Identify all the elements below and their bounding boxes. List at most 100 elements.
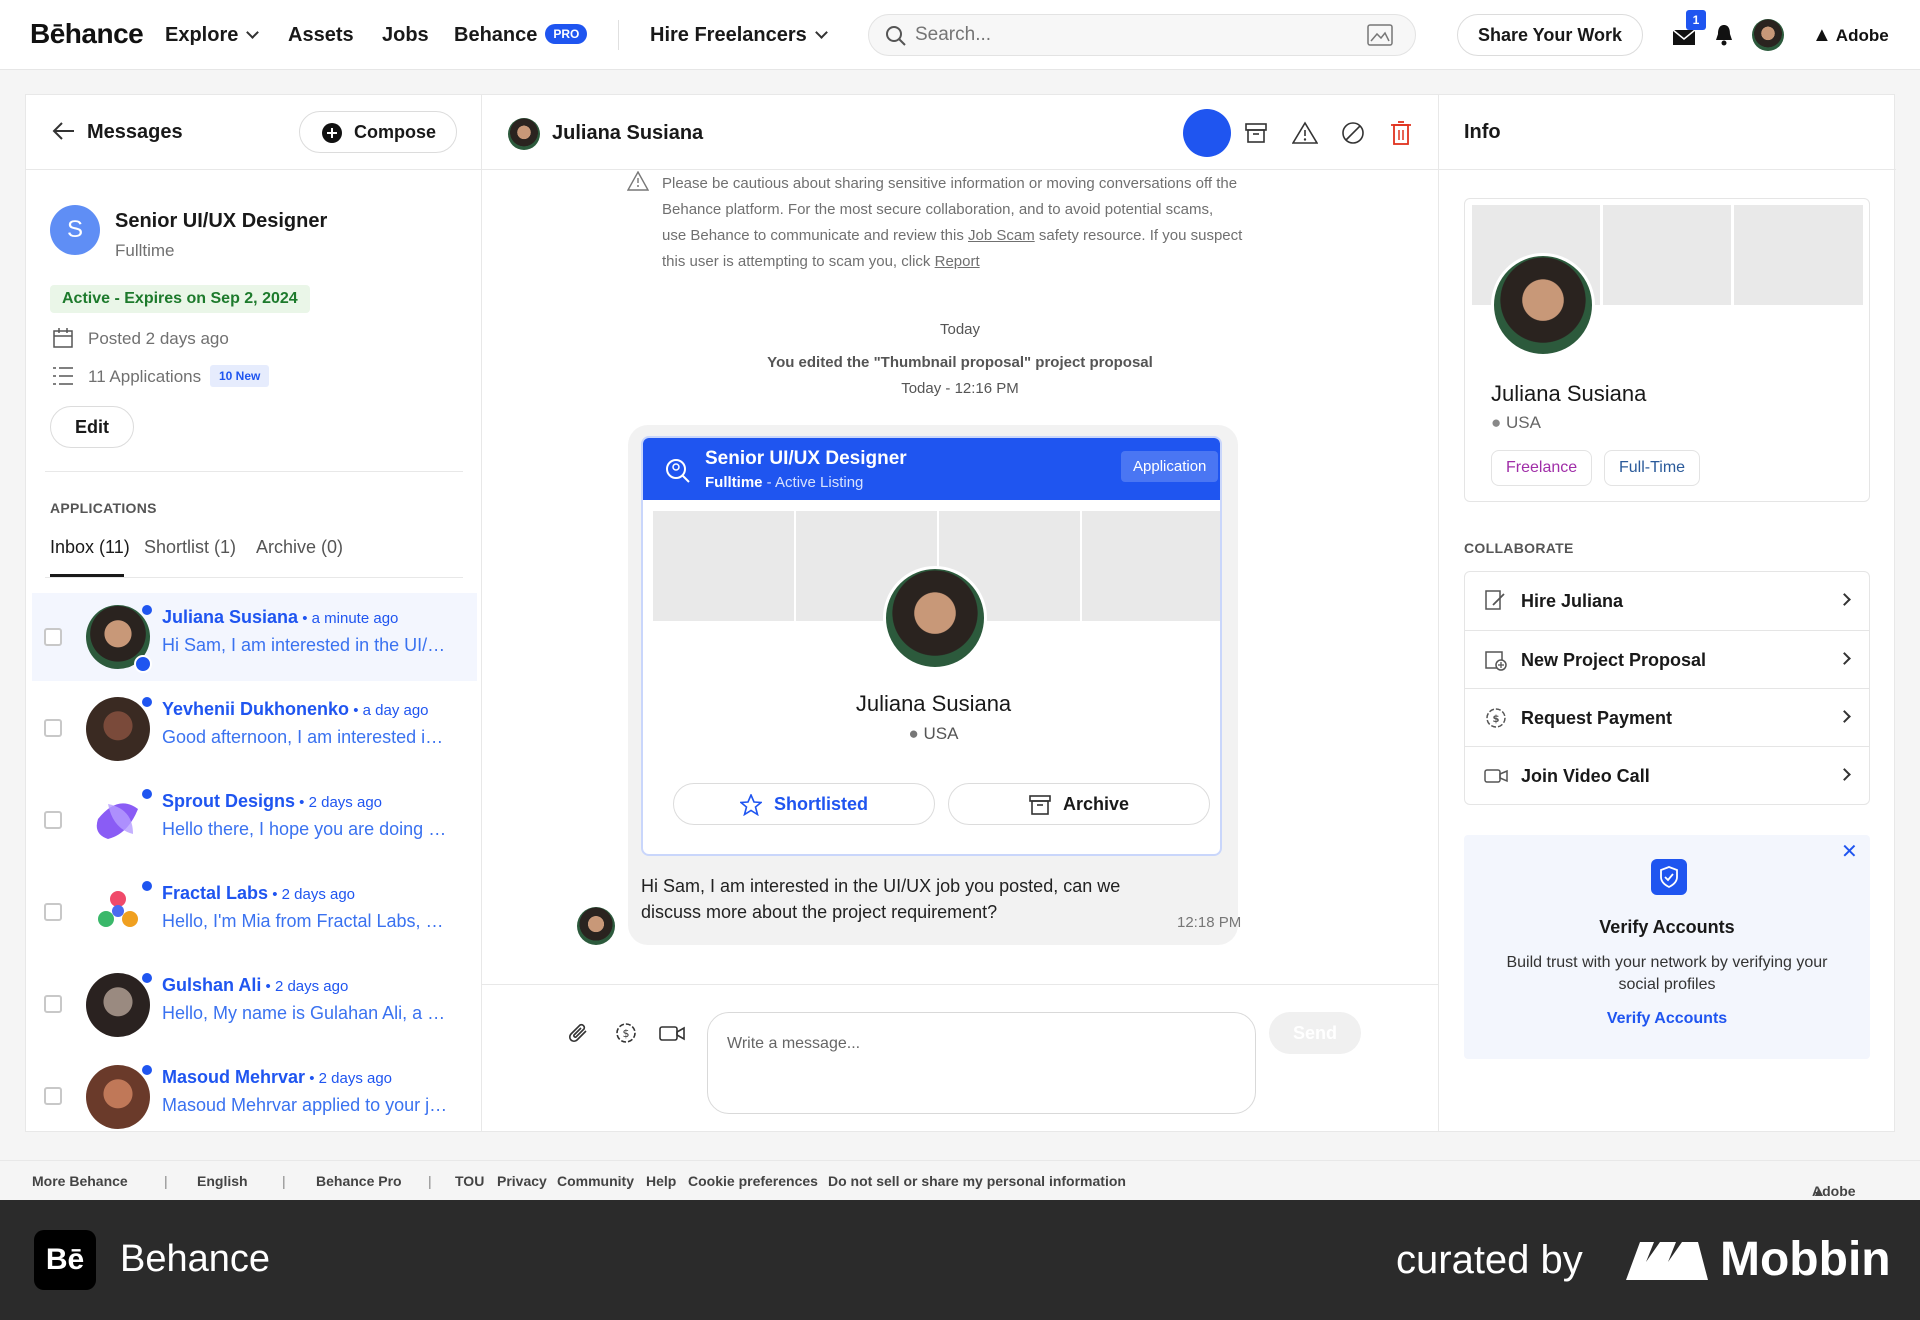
plus-circle-icon — [322, 123, 342, 143]
job-status-badge: Active - Expires on Sep 2, 2024 — [50, 285, 310, 313]
share-your-work-button[interactable]: Share Your Work — [1457, 14, 1643, 56]
application-card[interactable]: Senior UI/UX Designer Fulltime - Active … — [641, 436, 1222, 856]
unread-dot — [142, 1065, 152, 1075]
adobe-icon: ▲ — [1812, 24, 1832, 46]
tab-inbox[interactable]: Inbox (11) — [50, 537, 130, 558]
nav-assets[interactable]: Assets — [288, 24, 354, 47]
warning-icon[interactable] — [1292, 121, 1318, 145]
behance-app-icon: Bē — [34, 1230, 96, 1290]
chat-contact-name[interactable]: Juliana Susiana — [552, 122, 703, 145]
project-thumbnail[interactable] — [653, 511, 794, 621]
divider — [482, 169, 1438, 170]
conversation-checkbox[interactable] — [44, 628, 62, 646]
warning-text: safety resource. If you suspect — [1034, 227, 1243, 244]
conversation-checkbox[interactable] — [44, 719, 62, 737]
info-panel: Info Juliana Susiana ● USA Freelance Ful… — [1438, 94, 1896, 1132]
block-icon[interactable] — [1341, 121, 1365, 145]
new-project-proposal-button[interactable]: New Project Proposal — [1465, 630, 1869, 688]
join-video-call-button[interactable]: Join Video Call — [1465, 746, 1869, 804]
conversation-checkbox[interactable] — [44, 1087, 62, 1105]
messages-nav-button[interactable]: 1 — [1672, 10, 1706, 48]
conversation-checkbox[interactable] — [44, 811, 62, 829]
safety-warning: Please be cautious about sharing sensiti… — [662, 171, 1242, 275]
applications-count[interactable]: 11 Applications — [88, 367, 201, 387]
profile-location: ● USA — [1491, 413, 1541, 433]
send-button[interactable]: Send — [1269, 1012, 1361, 1054]
unread-dot — [142, 605, 152, 615]
chat-contact-avatar[interactable] — [508, 118, 540, 150]
user-avatar[interactable] — [1752, 19, 1784, 51]
archive-applicant-button[interactable]: Archive — [948, 783, 1210, 825]
project-thumbnail[interactable] — [1082, 511, 1220, 621]
conversation-header: Yevhenii Dukhonenko • a day ago — [162, 699, 429, 719]
profile-name[interactable]: Juliana Susiana — [1491, 381, 1646, 407]
chevron-right-icon — [1838, 710, 1851, 723]
nav-jobs[interactable]: Jobs — [382, 24, 429, 47]
nav-explore[interactable]: Explore — [165, 24, 260, 47]
footer-link-community[interactable]: Community — [557, 1173, 634, 1189]
message-preview: Hello, I'm Mia from Fractal Labs, a desi… — [162, 911, 452, 931]
search-icon — [886, 26, 906, 46]
chat-panel: Juliana Susiana Please be cautious about… — [482, 94, 1438, 1132]
bell-icon[interactable] — [1714, 23, 1734, 47]
message-input[interactable]: Write a message... — [707, 1012, 1256, 1114]
tag-freelance: Freelance — [1491, 450, 1593, 486]
search-input[interactable] — [915, 23, 1335, 47]
warning-text: this user is attempting to scam you, cli… — [662, 253, 931, 270]
date-separator: Today — [939, 321, 981, 338]
edit-job-button[interactable]: Edit — [50, 406, 134, 448]
trash-icon[interactable] — [1389, 120, 1413, 146]
report-link[interactable]: Report — [935, 253, 980, 270]
behance-logo[interactable]: Bēhance — [30, 18, 144, 50]
message-time: a minute ago — [311, 610, 399, 627]
language-selector[interactable]: English — [197, 1173, 248, 1189]
request-payment-label: Request Payment — [1521, 708, 1673, 728]
fractal-labs-logo — [98, 891, 138, 927]
svg-text:$: $ — [623, 1027, 630, 1040]
mail-count-badge: 1 — [1686, 10, 1706, 30]
nav-hire-freelancers[interactable]: Hire Freelancers — [650, 24, 828, 47]
verify-text-line: social profiles — [1618, 976, 1716, 993]
request-payment-button[interactable]: $ Request Payment — [1465, 688, 1869, 746]
image-search-icon[interactable] — [1367, 24, 1393, 46]
conversation-checkbox[interactable] — [44, 995, 62, 1013]
top-navigation: Bēhance Explore Assets Jobs Behance PRO H… — [0, 0, 1920, 70]
footer-link-do-not-sell[interactable]: Do not sell or share my personal informa… — [828, 1173, 1126, 1189]
more-behance-link[interactable]: More Behance — [32, 1173, 128, 1189]
chevron-down-icon — [246, 26, 260, 39]
tab-shortlist[interactable]: Shortlist (1) — [144, 537, 236, 558]
profile-avatar[interactable] — [1491, 253, 1595, 357]
unread-dot — [142, 697, 152, 707]
chevron-down-icon — [814, 26, 828, 39]
hire-button[interactable]: Hire Juliana — [1465, 572, 1869, 630]
hire-label: Hire Juliana — [1521, 591, 1624, 611]
archive-icon[interactable] — [1244, 121, 1268, 145]
system-event: You edited the "Thumbnail proposal" proj… — [767, 354, 1153, 371]
job-title[interactable]: Senior UI/UX Designer — [115, 210, 327, 233]
divider — [45, 471, 463, 472]
adobe-logo[interactable]: ▲ Adobe — [1812, 24, 1889, 47]
close-icon[interactable]: ✕ — [1841, 839, 1858, 864]
applicant-name[interactable]: Juliana Susiana — [643, 691, 1220, 717]
paperclip-icon[interactable] — [568, 1021, 590, 1045]
job-scam-link[interactable]: Job Scam — [968, 227, 1035, 244]
nav-behance-pro[interactable]: Behance PRO — [454, 24, 588, 47]
shortlisted-button[interactable]: Shortlisted — [673, 783, 935, 825]
verify-accounts-link[interactable]: Verify Accounts — [1464, 1010, 1870, 1028]
compose-button[interactable]: Compose — [299, 111, 457, 153]
footer-link-tou[interactable]: TOU — [455, 1173, 484, 1189]
footer-link-cookies[interactable]: Cookie preferences — [688, 1173, 818, 1189]
star-conversation-button[interactable] — [1183, 109, 1231, 157]
footer-link-help[interactable]: Help — [646, 1173, 676, 1189]
conversation-header: Gulshan Ali • 2 days ago — [162, 975, 349, 995]
message-input-placeholder: Write a message... — [727, 1035, 861, 1052]
back-arrow-icon[interactable] — [52, 121, 76, 141]
footer-link-privacy[interactable]: Privacy — [497, 1173, 547, 1189]
conversation-checkbox[interactable] — [44, 903, 62, 921]
behance-pro-link[interactable]: Behance Pro — [316, 1173, 402, 1189]
video-icon[interactable] — [659, 1023, 685, 1043]
tab-archive[interactable]: Archive (0) — [256, 537, 343, 558]
payment-gear-icon[interactable]: $ — [613, 1020, 639, 1046]
tag-full-time: Full-Time — [1604, 450, 1701, 486]
application-listing-status: - Active Listing — [762, 474, 864, 491]
